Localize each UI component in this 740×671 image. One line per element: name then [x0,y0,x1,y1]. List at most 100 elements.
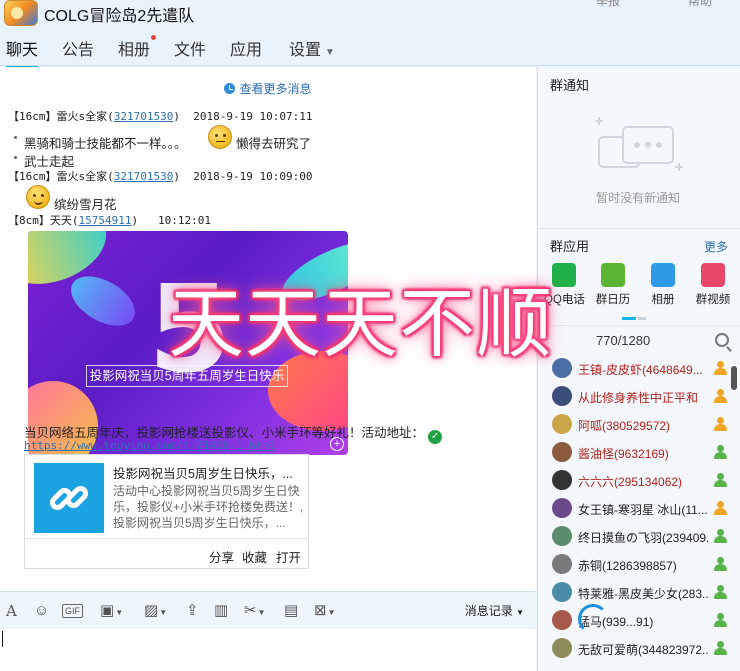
gif-icon[interactable]: GIF [62,604,83,618]
avatar [552,638,572,658]
notice-title: 群通知 [550,78,590,93]
message-text: 黑骑和骑士技能都不一样。。。 [24,137,187,151]
member-item[interactable]: 终日摸鱼の飞羽(239409... [538,523,740,551]
admin-user-icon [714,389,727,404]
member-user-icon [714,613,727,628]
member-item[interactable]: 从此修身养性中正平和 [538,383,740,411]
report-button[interactable]: 举报 [596,0,620,9]
message-input[interactable] [0,629,536,671]
member-user-icon [714,529,727,544]
tab-files[interactable]: 文件 [174,36,206,60]
avatar [552,610,572,630]
link-icon [34,463,104,533]
more-messages-link[interactable]: 查看更多消息 [0,80,536,97]
red-packet-icon[interactable]: ▤ [284,602,298,620]
avatar [552,498,572,518]
member-name: 女王镇-寒羽星 冰山(11... [578,503,708,517]
chevron-down-icon: ▼ [325,47,335,58]
sender-name[interactable]: 天天 [50,214,72,227]
help-button[interactable]: 帮助 [688,0,712,9]
search-icon[interactable] [715,333,729,347]
member-item[interactable]: 无敌可爱萌(344823972... [538,635,740,663]
input-toolbar: A ☺ GIF ▣▼ ▨▼ ⇪ ▥ ✂▼ ▤ ⊠▼ 消息记录 ▼ [0,591,536,629]
member-name: 特莱雅-黑皮美少女(283... [578,587,710,601]
emoji-icon[interactable]: ☺ [34,602,49,620]
member-item[interactable]: 王镇-皮皮虾(4648649... [538,355,740,383]
scrollbar[interactable] [728,360,740,490]
bullet [14,136,17,139]
avatar [552,526,572,546]
tab-settings[interactable]: 设置 ▼ [289,36,335,60]
app-group-calendar[interactable]: 群日历 [593,263,633,307]
member-name: 王镇-皮皮虾(4648649... [578,363,703,377]
link-preview-card[interactable]: 投影网祝当贝5周岁生日快乐，... 活动中心投影网祝当贝5周岁生日快乐，投影仪+… [24,454,309,569]
open-button[interactable]: 打开 [276,547,301,566]
card-description: 活动中心投影网祝当贝5周岁生日快乐，投影仪+小米手环抢楼免费送！,投影网祝当贝5… [113,484,304,530]
title-bar: COLG冒险岛2先遣队 举报 帮助 [0,0,740,30]
avatar [552,470,572,490]
sender-name[interactable]: 雷火s全家 [57,110,108,123]
overlay-caption: 天天天不顺 [168,279,553,368]
image-icon[interactable]: ▨▼ [144,602,167,620]
sad-face-emoji-icon [208,125,232,149]
member-name: 无敌可爱萌(344823972... [578,643,710,657]
sender-uid-link[interactable]: 321701530 [114,110,174,123]
tab-album[interactable]: 相册 [118,35,157,60]
sender-uid-link[interactable]: 15754911 [79,214,132,227]
phone-icon [552,263,576,287]
shake-icon[interactable]: ⊠▼ [314,602,336,620]
member-name: 终日摸鱼の飞羽(239409... [578,531,710,545]
empty-notice-icon [595,117,683,171]
divider [538,228,740,229]
right-panel: 群通知 暂时没有新通知 群应用 更多 QQ电话 群日历 相册 群视频 770/1… [537,67,740,671]
member-user-icon [714,557,727,572]
avatar [552,386,572,406]
font-icon[interactable]: A [6,602,17,620]
tab-apps[interactable]: 应用 [230,36,262,60]
chevron-down-icon: ▼ [516,608,524,617]
loading-spinner-icon [578,604,608,634]
toolbox-icon[interactable]: ▣▼ [100,602,123,620]
group-avatar[interactable] [4,0,38,26]
gift-icon[interactable]: ▥ [214,602,228,620]
activity-url-link[interactable]: https://www.touying.com/t-21408-1.html [24,439,276,452]
card-title: 投影网祝当贝5周岁生日快乐，... [113,467,293,481]
member-item[interactable]: 酱油怪(9632169) [538,439,740,467]
message-header: 【8cm】天天(15754911) 10:12:01 [8,214,211,227]
tab-chat[interactable]: 聊天 [6,36,39,69]
window-title: COLG冒险岛2先遣队 [44,8,195,25]
clock-icon [224,83,236,94]
app-group-video[interactable]: 群视频 [693,263,733,307]
calendar-icon [601,263,625,287]
admin-user-icon [714,361,727,376]
message-text: 懒得去研究了 [236,137,312,151]
sender-uid-link[interactable]: 321701530 [114,170,174,183]
tab-announcement[interactable]: 公告 [62,36,94,60]
member-user-icon [714,445,727,460]
member-item[interactable]: 六六六(295134062) [538,467,740,495]
message-history-button[interactable]: 消息记录 ▼ [465,602,524,619]
member-item[interactable]: 特莱雅-黑皮美少女(283... [538,579,740,607]
apps-page-indicator [622,317,652,320]
share-button[interactable]: 分享 [209,547,234,566]
member-item[interactable]: 赤铜(1286398857) [538,551,740,579]
divider [538,325,740,326]
upload-icon[interactable]: ⇪ [186,602,199,620]
image-caption: 投影网祝当贝5周年五周岁生日快乐 [86,365,288,387]
admin-user-icon [714,501,727,516]
member-name: 酱油怪(9632169) [578,447,669,461]
apps-title: 群应用 [550,239,590,254]
member-list-header: 770/1280 [538,329,740,355]
message-text: 缤纷雪月花 [54,198,117,212]
new-badge-icon [151,35,157,40]
sender-name[interactable]: 雷火s全家 [57,170,108,183]
member-item[interactable]: 女王镇-寒羽星 冰山(11... [538,495,740,523]
screenshot-icon[interactable]: ✂▼ [244,602,266,620]
member-name: 从此修身养性中正平和 [578,391,699,405]
member-item[interactable]: 猛马(939...91) [538,607,740,635]
more-apps-link[interactable]: 更多 [704,238,728,255]
member-name: 六六六(295134062) [578,475,683,489]
app-album[interactable]: 相册 [643,263,683,307]
favorite-button[interactable]: 收藏 [242,547,267,566]
member-item[interactable]: 阿呱(380529572) [538,411,740,439]
